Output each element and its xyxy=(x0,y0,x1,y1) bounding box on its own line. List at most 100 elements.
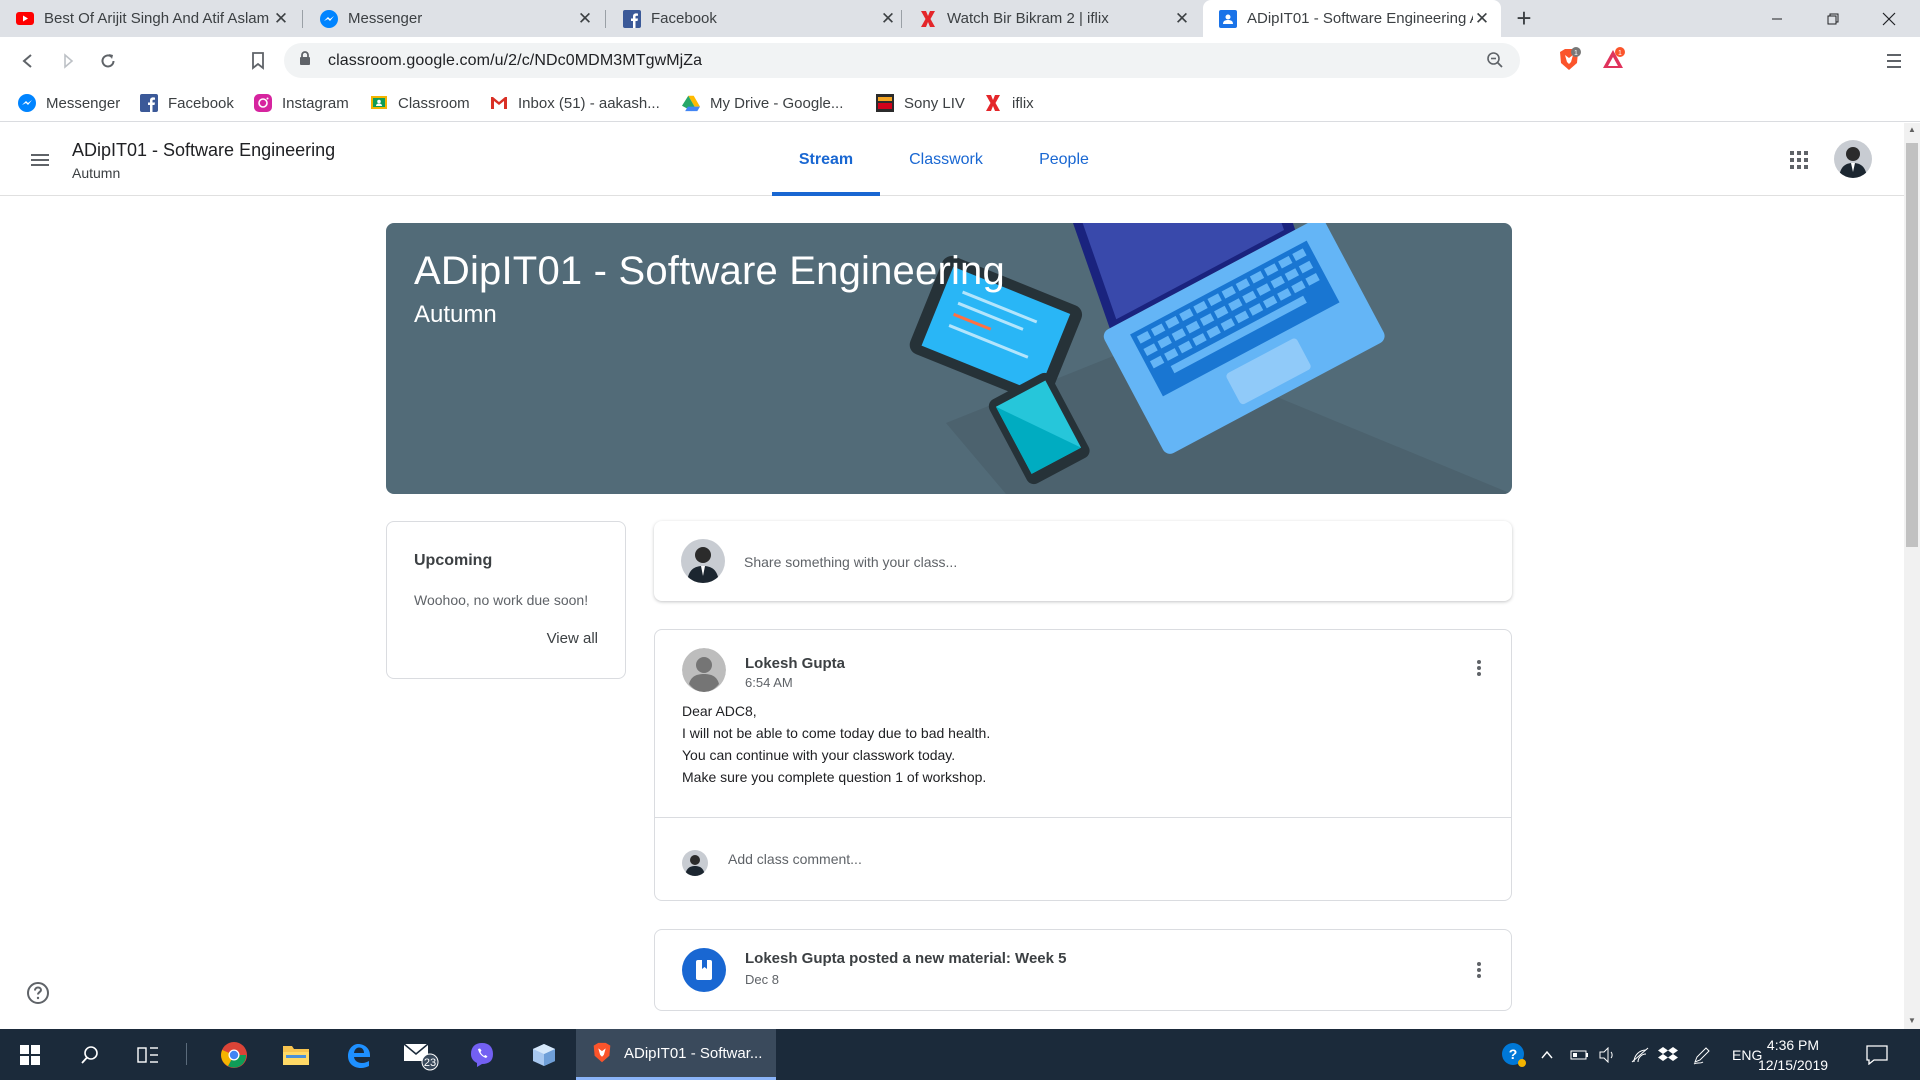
material-card[interactable]: Lokesh Gupta posted a new material: Week… xyxy=(654,929,1512,1011)
new-tab-button[interactable]: + xyxy=(1509,3,1539,34)
search-icon[interactable] xyxy=(62,1029,118,1080)
pen-icon[interactable] xyxy=(1692,1029,1712,1080)
battery-icon[interactable] xyxy=(1570,1029,1590,1080)
notifications-icon[interactable] xyxy=(1866,1029,1888,1080)
bookmark-label: Inbox (51) - aakash... xyxy=(518,94,660,112)
more-vert-icon[interactable] xyxy=(1467,958,1491,982)
taskbar-brave-window[interactable]: ADipIT01 - Softwar... xyxy=(576,1029,776,1080)
close-icon[interactable]: ✕ xyxy=(879,9,897,29)
material-date: Dec 8 xyxy=(745,972,779,987)
bookmark-drive[interactable]: My Drive - Google... xyxy=(682,90,843,116)
bookmark-messenger[interactable]: Messenger xyxy=(18,90,120,116)
tab-classwork[interactable]: Classwork xyxy=(894,123,998,196)
gmail-icon xyxy=(490,94,508,112)
classroom-header: ADipIT01 - Software Engineering Autumn S… xyxy=(0,123,1904,196)
material-title[interactable]: Lokesh Gupta posted a new material: Week… xyxy=(745,950,1066,967)
brave-rewards-icon[interactable]: 1 xyxy=(1600,47,1626,73)
bookmark-button[interactable] xyxy=(244,47,272,75)
post-line: Make sure you complete question 1 of wor… xyxy=(682,769,987,785)
menu-icon[interactable] xyxy=(28,148,52,172)
address-bar[interactable]: classroom.google.com/u/2/c/NDc0MDM3MTgwM… xyxy=(284,43,1520,78)
account-avatar[interactable] xyxy=(1834,140,1872,178)
view-all-link[interactable]: View all xyxy=(547,630,598,647)
bookmark-iflix[interactable]: iflix xyxy=(984,90,1034,116)
zoom-out-icon[interactable] xyxy=(1486,51,1504,74)
dropbox-icon[interactable] xyxy=(1658,1029,1678,1080)
facebook-icon xyxy=(140,94,158,112)
tab-facebook[interactable]: Facebook ✕ xyxy=(607,0,907,37)
windows-taskbar: 23 ADipIT01 - Softwar... ? ENG 4:36 PM 1… xyxy=(0,1029,1920,1080)
taskbar-window-title: ADipIT01 - Softwar... xyxy=(624,1044,763,1062)
upcoming-title: Upcoming xyxy=(414,552,493,569)
tab-messenger[interactable]: Messenger ✕ xyxy=(304,0,604,37)
tab-people[interactable]: People xyxy=(1018,123,1110,196)
close-icon[interactable]: ✕ xyxy=(272,9,290,29)
upcoming-message: Woohoo, no work due soon! xyxy=(414,592,589,608)
tab-iflix[interactable]: Watch Bir Bikram 2 | iflix ✕ xyxy=(903,0,1201,37)
close-icon[interactable]: ✕ xyxy=(1473,9,1491,29)
bookmark-instagram[interactable]: Instagram xyxy=(254,90,349,116)
bookmark-facebook[interactable]: Facebook xyxy=(140,90,234,116)
url-text: classroom.google.com/u/2/c/NDc0MDM3MTgwM… xyxy=(328,51,703,69)
bookmark-gmail[interactable]: Inbox (51) - aakash... xyxy=(490,90,660,116)
class-title[interactable]: ADipIT01 - Software Engineering xyxy=(72,140,335,161)
file-explorer-icon[interactable] xyxy=(268,1029,324,1080)
wifi-icon[interactable] xyxy=(1630,1029,1650,1080)
iflix-icon xyxy=(919,10,937,28)
reload-button[interactable] xyxy=(94,47,122,75)
viber-icon[interactable] xyxy=(454,1029,510,1080)
system-clock[interactable]: 4:36 PM 12/15/2019 xyxy=(1748,1035,1838,1075)
chrome-icon[interactable] xyxy=(206,1029,262,1080)
scroll-up-icon[interactable]: ▲ xyxy=(1908,125,1916,134)
mail-icon[interactable]: 23 xyxy=(392,1029,448,1080)
bookmark-sonyliv[interactable]: Sony LIV xyxy=(876,90,965,116)
volume-icon[interactable] xyxy=(1598,1029,1618,1080)
windows-start-icon[interactable] xyxy=(2,1029,58,1080)
close-icon[interactable]: ✕ xyxy=(1173,9,1191,29)
sonyliv-icon xyxy=(876,94,894,112)
user-avatar xyxy=(682,850,708,876)
post-line: Dear ADC8, xyxy=(682,703,757,719)
restore-button[interactable] xyxy=(1805,0,1861,37)
share-box[interactable]: Share something with your class... xyxy=(654,521,1512,601)
close-icon[interactable]: ✕ xyxy=(576,9,594,29)
tab-youtube[interactable]: Best Of Arijit Singh And Atif Aslam ✕ xyxy=(0,0,300,37)
page-scrollbar[interactable]: ▲ ▼ xyxy=(1904,123,1920,1029)
mail-badge: 23 xyxy=(424,1057,436,1069)
help-icon[interactable] xyxy=(26,981,50,1005)
task-view-icon[interactable] xyxy=(120,1029,176,1080)
announcement-card: Lokesh Gupta 6:54 AM Dear ADC8, I will n… xyxy=(654,629,1512,901)
tab-stream[interactable]: Stream xyxy=(772,123,880,196)
minimize-button[interactable] xyxy=(1749,0,1805,37)
banner-title: ADipIT01 - Software Engineering xyxy=(414,249,1005,293)
browser-menu-icon[interactable] xyxy=(1882,49,1906,73)
restore-icon xyxy=(1827,13,1839,24)
scrollbar-thumb[interactable] xyxy=(1906,143,1918,547)
forward-button[interactable] xyxy=(54,47,82,75)
window-close-button[interactable] xyxy=(1861,0,1917,37)
back-button[interactable] xyxy=(14,47,42,75)
edge-icon[interactable] xyxy=(330,1029,386,1080)
bookmark-label: Instagram xyxy=(282,94,349,112)
brave-shields-badge: 1 xyxy=(1574,50,1578,57)
banner-subtitle: Autumn xyxy=(414,301,497,328)
post-author: Lokesh Gupta xyxy=(745,655,846,672)
divider xyxy=(655,817,1511,818)
3d-box-icon[interactable] xyxy=(516,1029,572,1080)
minimize-icon xyxy=(1772,18,1782,19)
tab-classroom[interactable]: ADipIT01 - Software Engineering A ✕ xyxy=(1203,0,1501,37)
add-comment-input[interactable]: Add class comment... xyxy=(728,851,862,867)
more-vert-icon[interactable] xyxy=(1467,656,1491,680)
bookmark-classroom[interactable]: Classroom xyxy=(370,90,470,116)
classroom-page: ADipIT01 - Software Engineering Autumn S… xyxy=(0,123,1904,1029)
scroll-down-icon[interactable]: ▼ xyxy=(1908,1016,1916,1025)
clock-date: 12/15/2019 xyxy=(1757,1057,1829,1073)
chevron-up-icon[interactable] xyxy=(1540,1029,1554,1080)
help-tips-icon[interactable]: ? xyxy=(1500,1029,1528,1080)
class-section: Autumn xyxy=(72,165,121,181)
google-apps-icon[interactable] xyxy=(1786,147,1812,173)
brave-shields-icon[interactable]: 1 xyxy=(1556,47,1582,73)
youtube-icon xyxy=(16,10,34,28)
upcoming-card: Upcoming Woohoo, no work due soon! View … xyxy=(386,521,626,679)
share-placeholder: Share something with your class... xyxy=(744,554,958,570)
